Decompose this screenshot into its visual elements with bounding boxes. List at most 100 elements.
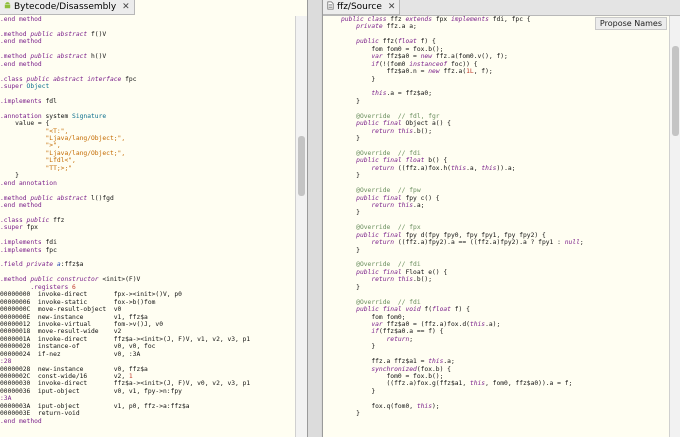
code-line: return this.b(); (341, 276, 669, 283)
code-line: } (341, 172, 669, 179)
code-line: public final fpy d(fpy fpy0, fpy fpy1, f… (341, 232, 669, 239)
code-token: return (371, 239, 398, 247)
code-token: fpx (435, 16, 451, 23)
code-token: :28 (0, 358, 12, 366)
split-divider[interactable] (308, 0, 321, 437)
left-scrollbar[interactable] (295, 16, 307, 437)
code-token: 1L (466, 68, 474, 76)
propose-names-button[interactable]: Propose Names (594, 17, 667, 30)
code-token: if (371, 328, 379, 336)
code-token: f) { (420, 38, 436, 46)
left-scrollbar-thumb[interactable] (298, 136, 305, 196)
code-token: @Override // fpx (356, 224, 421, 232)
code-token: Float e() { (405, 268, 448, 276)
code-token: .end method (0, 60, 42, 68)
code-token: instanceof (409, 60, 451, 68)
code-token: public abstract (30, 30, 92, 38)
code-line: "Lfdl<", (0, 157, 295, 164)
code-token: var (371, 320, 387, 328)
code-token: "Ljava/lang/Object;", (0, 149, 126, 157)
code-line: return this.a; (341, 202, 669, 209)
code-token: .a, (466, 164, 482, 172)
code-token: public final (356, 268, 406, 276)
code-line: 0000000C move-result-object v0 (0, 306, 295, 313)
tab-bytecode-disassembly[interactable]: Bytecode/Disassembly ✕ (0, 0, 135, 15)
code-line: @Override // fpw (341, 187, 669, 194)
code-token: this (469, 380, 486, 388)
code-token: 1 (128, 373, 133, 380)
code-token: ; (409, 335, 414, 343)
code-token: ">", (0, 142, 61, 150)
tab-ffz-source[interactable]: ffz/Source ✕ (323, 0, 401, 15)
code-token: ffz.a(fom0.v(), f); (435, 53, 508, 61)
code-token: float (432, 306, 455, 314)
code-token: .annotation (0, 112, 46, 120)
code-token: .end annotation (0, 179, 57, 187)
code-token: private (356, 23, 387, 31)
code-token: return this (371, 201, 414, 209)
code-token: ffz.a( (443, 68, 467, 76)
code-token: this (450, 164, 467, 172)
code-token: Object a() { (405, 120, 451, 128)
source-text-area[interactable]: public class ffz extends fpx implements … (341, 16, 669, 437)
code-token: 0000002C const-wide/16 v2, (0, 373, 129, 380)
code-token: } (341, 209, 360, 217)
code-token: fom fom0; (341, 313, 406, 321)
code-line: .class public ffz (0, 217, 295, 224)
code-line: 00000030 invoke-direct ffz$a-><init>(J, … (0, 380, 295, 387)
close-icon[interactable]: ✕ (388, 2, 396, 12)
code-line: .method public abstract f()V (0, 31, 295, 38)
code-token: implements (450, 16, 493, 23)
code-token: .end method (0, 201, 42, 209)
code-line: .registers 6 (0, 284, 295, 291)
code-line: "Ljava/lang/Object;", (0, 135, 295, 142)
right-scrollbar-thumb[interactable] (672, 46, 679, 136)
code-token: 00000018 move-result-wide v2 (0, 328, 122, 336)
code-token: 0000001A invoke-direct ffz$a-><init>(J, … (0, 335, 251, 343)
code-token: @Override // fdi (356, 149, 421, 157)
code-token: fdi (45, 239, 57, 247)
code-token: public final (356, 120, 406, 128)
code-line: .annotation system Signature (0, 113, 295, 120)
code-line: 00000006 invoke-static fox->b()fom (0, 299, 295, 306)
code-line: 00000028 new-instance v0, ffz$a (0, 366, 295, 373)
code-token: } (341, 283, 360, 291)
code-line: 0000001A invoke-direct ffz$a-><init>(J, … (0, 336, 295, 343)
bytecode-text-area[interactable]: .end method .method public abstract f()V.… (0, 16, 295, 437)
code-line: } (341, 209, 669, 216)
code-line: } (341, 284, 669, 291)
code-line: } (341, 135, 669, 142)
code-token: .b(); (413, 127, 433, 135)
code-token: , fom0, ffz$a0)).a = f; (485, 380, 573, 388)
code-line: return; (341, 336, 669, 343)
code-line: } (341, 388, 669, 395)
code-token: )).a; (496, 164, 516, 172)
close-icon[interactable]: ✕ (122, 2, 130, 12)
code-token: ffz$a0.n = (341, 68, 429, 76)
code-token: @Override // fdi (356, 298, 421, 306)
code-token: (!(fom0 (378, 60, 410, 68)
code-line: 00000018 move-result-wide v2 (0, 328, 295, 335)
code-line: if(!(fom0 instanceof foc)) { (341, 61, 669, 68)
code-line: synchronized(fox.b) { (341, 366, 669, 373)
code-token: (ffz$a0.a == f) { (378, 328, 444, 336)
code-token: private (26, 261, 57, 269)
code-line: public final float b() { (341, 157, 669, 164)
right-scrollbar[interactable] (669, 16, 680, 437)
code-token: "Ljava/lang/Object;", (0, 135, 126, 142)
code-token: return this (371, 276, 414, 284)
